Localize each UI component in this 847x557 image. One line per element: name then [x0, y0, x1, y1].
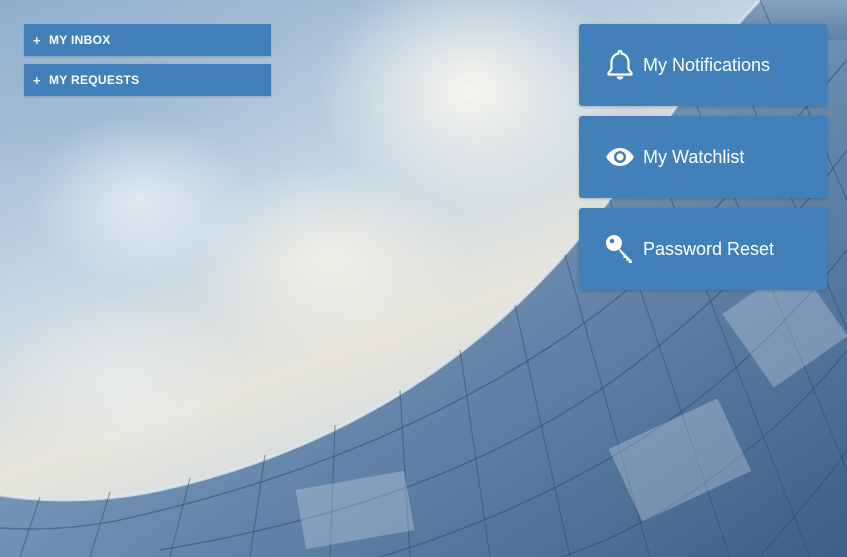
- my-notifications-button[interactable]: My Notifications: [579, 24, 827, 106]
- bell-icon: [605, 49, 635, 80]
- my-requests-label: MY REQUESTS: [49, 73, 140, 87]
- my-watchlist-button[interactable]: My Watchlist: [579, 116, 827, 198]
- my-inbox-label: MY INBOX: [49, 33, 111, 47]
- expand-plus-icon: +: [33, 72, 41, 88]
- key-icon: [605, 234, 635, 264]
- my-inbox-accordion[interactable]: + MY INBOX: [24, 24, 271, 56]
- my-requests-accordion[interactable]: + MY REQUESTS: [24, 64, 271, 96]
- password-reset-label: Password Reset: [643, 238, 775, 259]
- password-reset-button[interactable]: Password Reset: [579, 208, 827, 290]
- my-notifications-label: My Notifications: [643, 54, 771, 75]
- expand-plus-icon: +: [33, 32, 41, 48]
- page-background: + MY INBOX + MY REQUESTS My Notification…: [0, 0, 847, 557]
- eye-icon: [605, 142, 635, 172]
- my-watchlist-label: My Watchlist: [643, 146, 745, 167]
